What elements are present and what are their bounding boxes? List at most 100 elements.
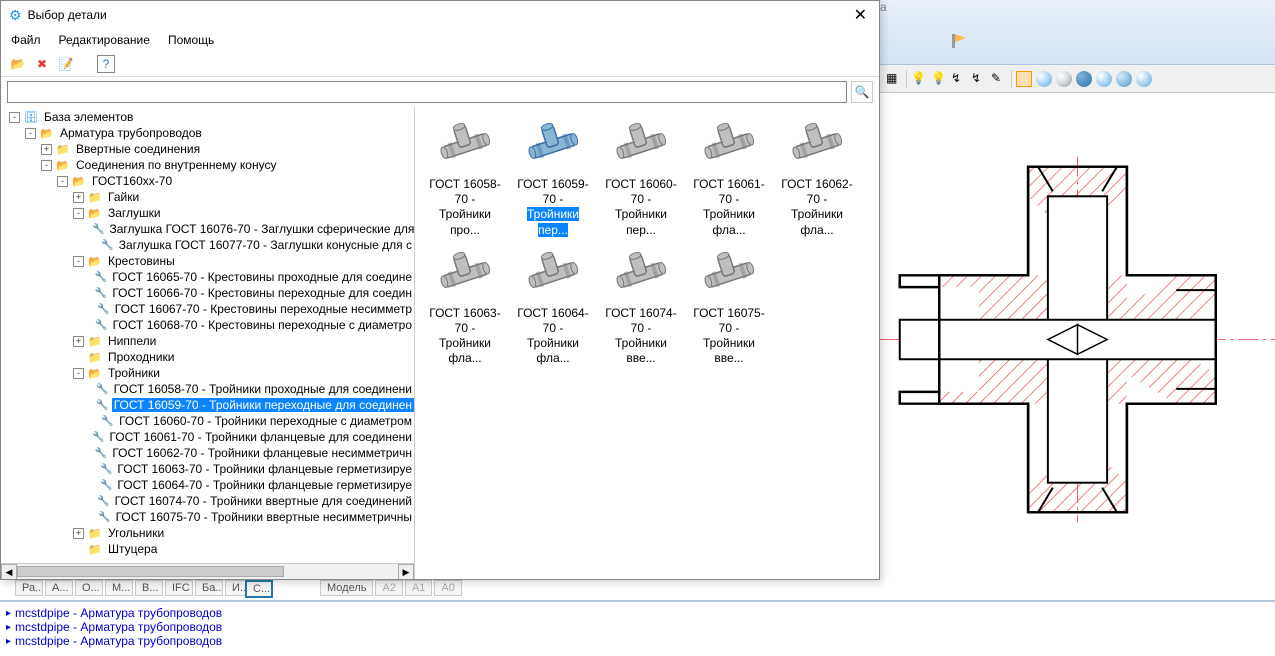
tree-pane[interactable]: -База элементов-Арматура трубопроводов+В… <box>1 107 415 579</box>
folder-icon <box>55 158 71 172</box>
sheet-tab[interactable]: A1 <box>405 580 432 596</box>
thumbnail-item[interactable]: ГОСТ 16064-70 -Тройники фла... <box>513 246 593 367</box>
thumbnail-image <box>697 117 761 173</box>
sphere1-icon[interactable] <box>1036 71 1052 87</box>
menu-help[interactable]: Помощь <box>168 33 214 47</box>
tree-item[interactable]: -Заглушки <box>5 205 414 221</box>
sphere3-icon[interactable] <box>1076 71 1092 87</box>
delete-icon[interactable]: ✖ <box>33 55 51 73</box>
tree-item[interactable]: +Угольники <box>5 525 414 541</box>
tree-item[interactable]: Заглушка ГОСТ 16077-70 - Заглушки конусн… <box>5 237 414 253</box>
expand-icon[interactable]: + <box>41 144 52 155</box>
status-tab[interactable]: Ра... <box>15 580 43 596</box>
collapse-icon[interactable]: - <box>25 128 36 139</box>
menu-file[interactable]: Файл <box>11 33 41 47</box>
status-tab[interactable]: IFC <box>165 580 193 596</box>
thumbnail-item[interactable]: ГОСТ 16061-70 -Тройники фла... <box>689 117 769 238</box>
drawing-canvas[interactable] <box>880 93 1275 586</box>
horizontal-scrollbar[interactable]: ◀ ▶ <box>1 563 414 579</box>
tool1-icon[interactable]: ↯ <box>951 71 967 87</box>
tree-item[interactable]: ГОСТ 16062-70 - Тройники фланцевые несим… <box>5 445 414 461</box>
thumbnail-item[interactable]: ГОСТ 16058-70 -Тройники про... <box>425 117 505 238</box>
collapse-icon[interactable]: - <box>41 160 52 171</box>
thumbnail-item[interactable]: ГОСТ 16074-70 -Тройники вве... <box>601 246 681 367</box>
expand-icon[interactable]: + <box>73 192 84 203</box>
bulb2-icon[interactable]: 💡 <box>931 71 947 87</box>
collapse-icon[interactable]: - <box>57 176 68 187</box>
tree-item[interactable]: -База элементов <box>5 109 414 125</box>
scroll-left-arrow[interactable]: ◀ <box>1 564 17 579</box>
tree-item[interactable]: ГОСТ 16058-70 - Тройники проходные для с… <box>5 381 414 397</box>
tree-item[interactable]: +Ниппели <box>5 333 414 349</box>
scroll-thumb[interactable] <box>17 566 284 577</box>
tree-item[interactable]: -Соединения по внутреннему конусу <box>5 157 414 173</box>
help-toolbar-icon[interactable]: ? <box>97 55 115 73</box>
status-tab[interactable]: С... <box>245 580 273 598</box>
search-button[interactable]: 🔍 <box>851 81 873 103</box>
cube-icon[interactable] <box>1016 71 1032 87</box>
collapse-icon[interactable]: - <box>73 256 84 267</box>
tree-item[interactable]: ГОСТ 16059-70 - Тройники переходные для … <box>5 397 414 413</box>
search-input[interactable] <box>7 81 847 103</box>
no-expand <box>89 384 93 395</box>
status-tab[interactable]: В... <box>135 580 163 596</box>
expand-icon[interactable]: + <box>73 336 84 347</box>
tree-item[interactable]: -Тройники <box>5 365 414 381</box>
thumbnail-item[interactable]: ГОСТ 16075-70 -Тройники вве... <box>689 246 769 367</box>
sphere2-icon[interactable] <box>1056 71 1072 87</box>
sheet-tab[interactable]: Модель <box>320 580 373 596</box>
command-console[interactable]: mcstdpipe - Арматура трубопроводовmcstdp… <box>0 600 1275 656</box>
thumbnail-item[interactable]: ГОСТ 16059-70 -Тройники пер... <box>513 117 593 238</box>
tree-item[interactable]: Проходники <box>5 349 414 365</box>
tree-item[interactable]: ГОСТ 16061-70 - Тройники фланцевые для с… <box>5 429 414 445</box>
tree-item[interactable]: -Крестовины <box>5 253 414 269</box>
tree-item[interactable]: ГОСТ 16060-70 - Тройники переходные с ди… <box>5 413 414 429</box>
tree-item[interactable]: +Ввертные соединения <box>5 141 414 157</box>
thumbnail-caption: ГОСТ 16059-70 -Тройники пер... <box>513 177 593 238</box>
tree-item-label: Арматура трубопроводов <box>58 126 204 140</box>
tool3-icon[interactable]: ✎ <box>991 71 1007 87</box>
folder-icon <box>87 190 103 204</box>
wire-icon[interactable]: ▦ <box>886 71 902 87</box>
collapse-icon[interactable]: - <box>73 368 84 379</box>
open-icon[interactable]: 📂 <box>9 55 27 73</box>
sheet-tab[interactable]: A0 <box>434 580 461 596</box>
bottom-tabs: Ра...А...О...М...В...IFCБа...И... <box>15 580 253 596</box>
thumbnail-item[interactable]: ГОСТ 16062-70 -Тройники фла... <box>777 117 857 238</box>
scroll-right-arrow[interactable]: ▶ <box>398 564 414 579</box>
tree-item[interactable]: ГОСТ 16063-70 - Тройники фланцевые герме… <box>5 461 414 477</box>
menu-edit[interactable]: Редактирование <box>59 33 150 47</box>
tree-item[interactable]: -ГОСТ160xx-70 <box>5 173 414 189</box>
bulb-icon[interactable]: 💡 <box>911 71 927 87</box>
no-expand <box>89 288 92 299</box>
status-tab[interactable]: О... <box>75 580 103 596</box>
sphere4-icon[interactable] <box>1096 71 1112 87</box>
dialog-toolbar: 📂 ✖ 📝 ? <box>1 51 879 77</box>
edit-icon[interactable]: 📝 <box>57 55 75 73</box>
status-tab[interactable]: М... <box>105 580 133 596</box>
tree-item[interactable]: ГОСТ 16064-70 - Тройники фланцевые герме… <box>5 477 414 493</box>
tree-item[interactable]: ГОСТ 16075-70 - Тройники ввертные несимм… <box>5 509 414 525</box>
tree-item[interactable]: +Гайки <box>5 189 414 205</box>
tree-item[interactable]: Штуцера <box>5 541 414 557</box>
collapse-icon[interactable]: - <box>9 112 20 123</box>
status-tab[interactable]: Ба... <box>195 580 223 596</box>
sheet-tab[interactable]: A2 <box>375 580 402 596</box>
thumbnail-item[interactable]: ГОСТ 16063-70 -Тройники фла... <box>425 246 505 367</box>
tree-item[interactable]: ГОСТ 16074-70 - Тройники ввертные для со… <box>5 493 414 509</box>
tree-item[interactable]: ГОСТ 16065-70 - Крестовины проходные для… <box>5 269 414 285</box>
sphere6-icon[interactable] <box>1136 71 1152 87</box>
bg-flag-icon[interactable] <box>950 32 972 53</box>
tool2-icon[interactable]: ↯ <box>971 71 987 87</box>
status-tab[interactable]: А... <box>45 580 73 596</box>
close-button[interactable]: ✕ <box>850 5 871 25</box>
tree-item[interactable]: ГОСТ 16067-70 - Крестовины переходные не… <box>5 301 414 317</box>
expand-icon[interactable]: + <box>73 528 84 539</box>
tree-item[interactable]: ГОСТ 16068-70 - Крестовины переходные с … <box>5 317 414 333</box>
tree-item[interactable]: Заглушка ГОСТ 16076-70 - Заглушки сферич… <box>5 221 414 237</box>
collapse-icon[interactable]: - <box>73 208 84 219</box>
tree-item[interactable]: - Арматура трубопроводов <box>5 125 414 141</box>
tree-item[interactable]: ГОСТ 16066-70 - Крестовины переходные дл… <box>5 285 414 301</box>
thumbnail-item[interactable]: ГОСТ 16060-70 -Тройники пер... <box>601 117 681 238</box>
sphere5-icon[interactable] <box>1116 71 1132 87</box>
